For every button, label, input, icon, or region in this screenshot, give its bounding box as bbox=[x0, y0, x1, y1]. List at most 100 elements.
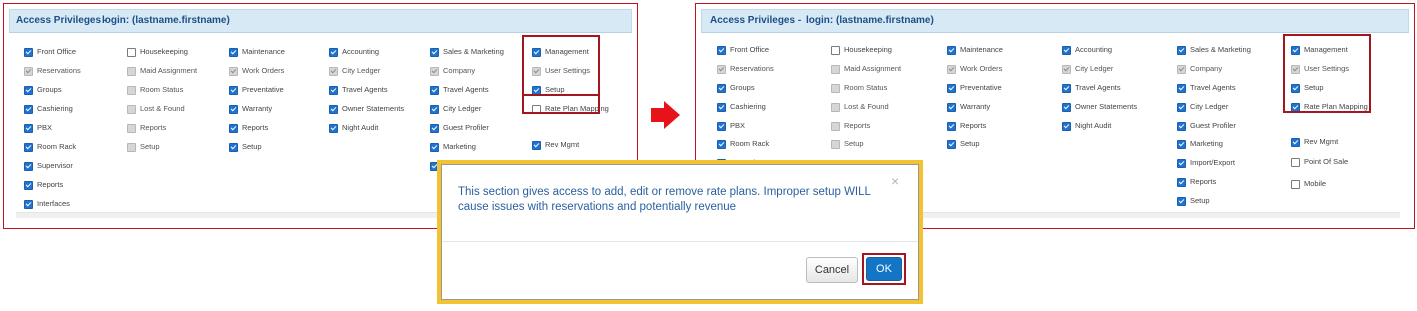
privilege-item[interactable]: Groups bbox=[717, 83, 755, 93]
privilege-item[interactable]: Cashiering bbox=[24, 104, 73, 114]
privilege-item[interactable]: Lost & Found bbox=[831, 102, 889, 112]
checkbox-checked[interactable] bbox=[717, 139, 726, 149]
checkbox-checked[interactable] bbox=[1177, 158, 1186, 168]
checkbox-unchecked[interactable] bbox=[1291, 157, 1300, 167]
ok-button[interactable]: OK bbox=[866, 257, 902, 281]
privilege-item[interactable]: Reports bbox=[947, 121, 986, 131]
checkbox-checked[interactable] bbox=[329, 85, 338, 95]
checkbox-checked[interactable] bbox=[329, 104, 338, 114]
checkbox-checked[interactable] bbox=[24, 199, 33, 209]
privilege-item[interactable]: Setup bbox=[127, 142, 160, 152]
checkbox-unchecked[interactable] bbox=[831, 45, 840, 55]
privilege-item[interactable]: Front Office bbox=[24, 47, 76, 57]
checkbox-checked[interactable] bbox=[717, 102, 726, 112]
checkbox-checked[interactable] bbox=[717, 83, 726, 93]
privilege-item[interactable]: Setup bbox=[1177, 196, 1210, 206]
checkbox-checked[interactable] bbox=[1062, 102, 1071, 112]
checkbox-checked[interactable] bbox=[229, 142, 238, 152]
checkbox-checked[interactable] bbox=[1062, 121, 1071, 131]
privilege-item[interactable]: Travel Agents bbox=[329, 85, 388, 95]
privilege-item[interactable]: PBX bbox=[24, 123, 52, 133]
checkbox-checked[interactable] bbox=[1177, 177, 1186, 187]
privilege-item[interactable]: Setup bbox=[229, 142, 262, 152]
privilege-item[interactable]: Work Orders bbox=[947, 64, 1002, 74]
checkbox-checked[interactable] bbox=[532, 140, 541, 150]
privilege-item[interactable]: Travel Agents bbox=[1062, 83, 1121, 93]
privilege-item[interactable]: Travel Agents bbox=[1177, 83, 1236, 93]
privilege-item[interactable]: Guest Profiler bbox=[1177, 121, 1236, 131]
privilege-item[interactable]: Night Audit bbox=[329, 123, 378, 133]
privilege-item[interactable]: Owner Statements bbox=[1062, 102, 1137, 112]
privilege-item[interactable]: Setup bbox=[831, 139, 864, 149]
privilege-item[interactable]: City Ledger bbox=[329, 66, 380, 76]
checkbox-checked[interactable] bbox=[229, 123, 238, 133]
checkbox-checked[interactable] bbox=[430, 47, 439, 57]
privilege-item[interactable]: Import/Export bbox=[1177, 158, 1235, 168]
checkbox-checked[interactable] bbox=[430, 104, 439, 114]
privilege-item[interactable]: Guest Profiler bbox=[430, 123, 489, 133]
checkbox-checked[interactable] bbox=[24, 180, 33, 190]
checkbox-checked[interactable] bbox=[947, 102, 956, 112]
privilege-item[interactable]: Company bbox=[1177, 64, 1222, 74]
checkbox-checked[interactable] bbox=[229, 104, 238, 114]
checkbox-checked[interactable] bbox=[24, 123, 33, 133]
checkbox-checked[interactable] bbox=[24, 142, 33, 152]
privilege-item[interactable]: Interfaces bbox=[24, 199, 70, 209]
checkbox-checked[interactable] bbox=[24, 161, 33, 171]
privilege-item[interactable]: Front Office bbox=[717, 45, 769, 55]
checkbox-checked[interactable] bbox=[24, 104, 33, 114]
privilege-item[interactable]: Room Rack bbox=[24, 142, 76, 152]
privilege-item[interactable]: Rev Mgmt bbox=[532, 140, 579, 150]
privilege-item[interactable]: Setup bbox=[947, 139, 980, 149]
privilege-item[interactable]: Marketing bbox=[1177, 139, 1223, 149]
privilege-item[interactable]: Room Status bbox=[831, 83, 887, 93]
privilege-item[interactable]: Travel Agents bbox=[430, 85, 489, 95]
privilege-item[interactable]: Reports bbox=[1177, 177, 1216, 187]
checkbox-checked[interactable] bbox=[229, 85, 238, 95]
checkbox-checked[interactable] bbox=[430, 142, 439, 152]
privilege-item[interactable]: Maintenance bbox=[947, 45, 1003, 55]
privilege-item[interactable]: Supervisor bbox=[24, 161, 73, 171]
privilege-item[interactable]: Preventative bbox=[229, 85, 284, 95]
privilege-item[interactable]: Reservations bbox=[717, 64, 774, 74]
privilege-item[interactable]: Night Audit bbox=[1062, 121, 1111, 131]
close-icon[interactable]: × bbox=[891, 173, 899, 189]
checkbox-checked[interactable] bbox=[329, 123, 338, 133]
checkbox-checked[interactable] bbox=[1177, 121, 1186, 131]
checkbox-checked[interactable] bbox=[24, 85, 33, 95]
privilege-item[interactable]: Accounting bbox=[329, 47, 379, 57]
privilege-item[interactable]: Reports bbox=[831, 121, 870, 131]
privilege-item[interactable]: Preventative bbox=[947, 83, 1002, 93]
checkbox-checked[interactable] bbox=[430, 85, 439, 95]
checkbox-checked[interactable] bbox=[947, 45, 956, 55]
privilege-item[interactable]: Housekeeping bbox=[831, 45, 892, 55]
privilege-item[interactable]: Mobile bbox=[1291, 179, 1326, 189]
checkbox-unchecked[interactable] bbox=[127, 47, 136, 57]
checkbox-checked[interactable] bbox=[1291, 137, 1300, 147]
checkbox-checked[interactable] bbox=[947, 83, 956, 93]
checkbox-checked[interactable] bbox=[1177, 139, 1186, 149]
privilege-item[interactable]: Point Of Sale bbox=[1291, 157, 1348, 167]
checkbox-checked[interactable] bbox=[229, 47, 238, 57]
privilege-item[interactable]: Room Rack bbox=[717, 139, 769, 149]
checkbox-checked[interactable] bbox=[1177, 196, 1186, 206]
checkbox-checked[interactable] bbox=[947, 139, 956, 149]
privilege-item[interactable]: Warranty bbox=[229, 104, 272, 114]
privilege-item[interactable]: Maid Assignment bbox=[831, 64, 901, 74]
privilege-item[interactable]: City Ledger bbox=[1177, 102, 1228, 112]
checkbox-checked[interactable] bbox=[947, 121, 956, 131]
checkbox-checked[interactable] bbox=[24, 47, 33, 57]
privilege-item[interactable]: Accounting bbox=[1062, 45, 1112, 55]
privilege-item[interactable]: Reports bbox=[127, 123, 166, 133]
checkbox-checked[interactable] bbox=[1062, 83, 1071, 93]
privilege-item[interactable]: Owner Statements bbox=[329, 104, 404, 114]
checkbox-checked[interactable] bbox=[329, 47, 338, 57]
privilege-item[interactable]: Cashiering bbox=[717, 102, 766, 112]
checkbox-checked[interactable] bbox=[1177, 102, 1186, 112]
checkbox-unchecked[interactable] bbox=[1291, 179, 1300, 189]
cancel-button[interactable]: Cancel bbox=[806, 257, 858, 283]
privilege-item[interactable]: Sales & Marketing bbox=[430, 47, 504, 57]
checkbox-checked[interactable] bbox=[717, 121, 726, 131]
privilege-item[interactable]: Warranty bbox=[947, 102, 990, 112]
privilege-item[interactable]: PBX bbox=[717, 121, 745, 131]
